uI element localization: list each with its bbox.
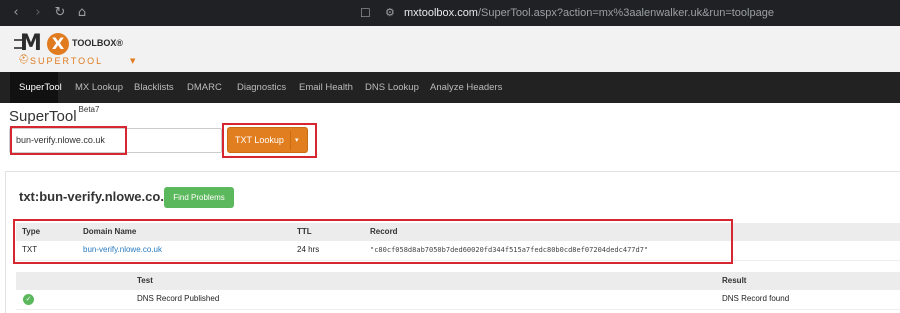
nav-item-dmarc[interactable]: DMARC xyxy=(187,72,222,103)
test-name: DNS Record Published xyxy=(137,294,220,303)
back-icon[interactable]: ‹ xyxy=(8,5,24,21)
find-problems-button[interactable]: Find Problems xyxy=(164,187,234,208)
tests-table-header: Test Result xyxy=(16,272,900,290)
url-text[interactable]: mxtoolbox.com/SuperTool.aspx?action=mx%3… xyxy=(404,3,774,23)
forward-icon[interactable]: › xyxy=(30,5,46,21)
result-title: txt:bun-verify.nlowe.co.uk xyxy=(19,189,180,204)
beta-label: Beta7 xyxy=(78,105,100,114)
logo-toolbox-text: TOOLBOX xyxy=(72,38,117,48)
page-title: SuperTool Beta7 xyxy=(9,105,100,125)
address-bar[interactable]: ☐ ⚙ mxtoolbox.com/SuperTool.aspx?action=… xyxy=(352,3,900,23)
nav-item-email-health[interactable]: Email Health xyxy=(299,72,353,103)
search-highlight xyxy=(10,126,127,155)
site-settings-icon[interactable]: ⚙ xyxy=(385,3,395,23)
logo-x: X xyxy=(47,33,69,55)
home-icon[interactable]: ⌂ xyxy=(74,5,90,21)
logo-reg: ® xyxy=(116,38,123,48)
nav-item-diagnostics[interactable]: Diagnostics xyxy=(237,72,286,103)
site-header: M X TOOLBOX® ⛑ SUPERTOOL ▼ xyxy=(0,26,900,72)
col-test: Test xyxy=(137,276,153,285)
logo-supertool: SUPERTOOL xyxy=(30,56,104,66)
main-nav: SuperTool MX Lookup Blacklists DMARC Dia… xyxy=(0,72,900,103)
page-title-text: SuperTool xyxy=(9,108,77,125)
supertool-icon: ⛑ xyxy=(18,55,30,65)
table-row: ✓ DNS Record Published DNS Record found xyxy=(16,290,900,310)
col-result: Result xyxy=(722,276,747,285)
url-host: mxtoolbox.com xyxy=(404,7,478,19)
lookup-highlight xyxy=(222,123,317,158)
chevron-down-icon[interactable]: ▼ xyxy=(130,57,135,65)
nav-item-dns-lookup[interactable]: DNS Lookup xyxy=(365,72,419,103)
test-result: DNS Record found xyxy=(722,294,790,303)
browser-toolbar: ‹ › ↻ ⌂ ☐ ⚙ mxtoolbox.com/SuperTool.aspx… xyxy=(0,0,900,26)
url-path: /SuperTool.aspx?action=mx%3aalenwalker.u… xyxy=(477,7,774,19)
logo-toolbox: TOOLBOX® xyxy=(72,38,123,48)
nav-item-blacklists[interactable]: Blacklists xyxy=(134,72,174,103)
nav-item-mx-lookup[interactable]: MX Lookup xyxy=(75,72,123,103)
bookmark-icon[interactable]: ☐ xyxy=(360,3,371,23)
logo-m: M xyxy=(20,31,42,56)
check-circle-icon: ✓ xyxy=(23,294,34,305)
nav-item-analyze-headers[interactable]: Analyze Headers xyxy=(430,72,502,103)
reload-icon[interactable]: ↻ xyxy=(52,5,68,21)
mxtoolbox-logo[interactable]: M X TOOLBOX® ⛑ SUPERTOOL ▼ xyxy=(14,31,135,67)
record-highlight xyxy=(13,219,733,264)
nav-item-supertool[interactable]: SuperTool xyxy=(10,72,62,103)
